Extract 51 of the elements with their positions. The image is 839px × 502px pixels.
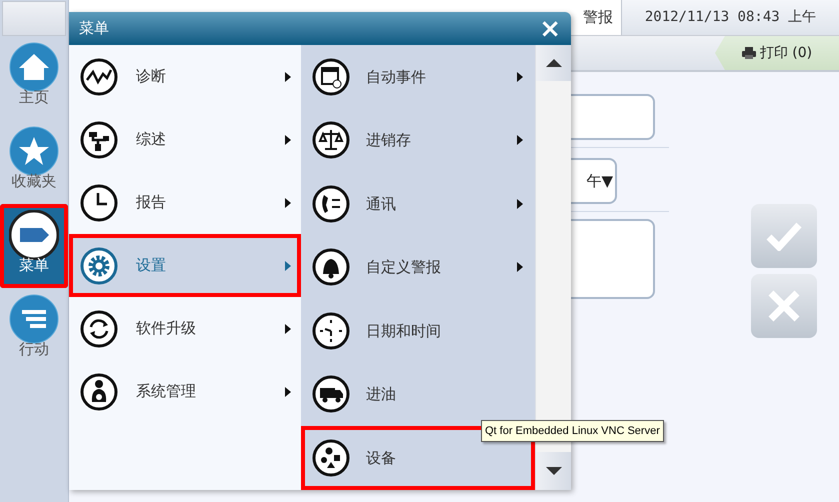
- clock-icon: [80, 184, 118, 222]
- submenu-item[interactable]: 通讯: [301, 172, 535, 236]
- cancel-button[interactable]: [751, 274, 817, 338]
- submenu-arrow-icon: [517, 198, 523, 209]
- submenu-arrow-icon: [285, 72, 291, 82]
- alarm-tab[interactable]: 警报: [575, 0, 621, 35]
- refresh-icon: [80, 310, 118, 348]
- close-icon: [767, 289, 801, 323]
- menu-item[interactable]: 设置: [69, 234, 301, 297]
- scale-icon: [312, 121, 350, 160]
- scroll-up-icon[interactable]: [546, 59, 562, 67]
- printer-icon: [742, 47, 756, 59]
- print-button[interactable]: 打印 (0): [715, 36, 839, 70]
- sidebar-item[interactable]: 行动: [0, 288, 68, 372]
- tooltip: Qt for Embedded Linux VNC Server: [481, 420, 664, 442]
- menu-item[interactable]: 报告: [69, 171, 301, 234]
- menu-item[interactable]: 诊断: [69, 45, 301, 108]
- menu-item[interactable]: 系统管理: [69, 360, 301, 423]
- network-icon: [80, 120, 118, 158]
- phone-icon: [312, 184, 350, 223]
- menu-item[interactable]: 综述: [69, 108, 301, 171]
- waveform-icon: [80, 58, 118, 96]
- submenu-arrow-icon: [285, 134, 291, 144]
- submenu-arrow-icon: [517, 135, 523, 146]
- submenu-arrow-icon: [285, 198, 291, 208]
- close-button[interactable]: ×: [539, 16, 561, 42]
- list-icon: [9, 294, 59, 344]
- bell-icon: [312, 248, 350, 286]
- submenu-item[interactable]: 自定义警报: [301, 236, 535, 299]
- shapes-icon: [312, 438, 350, 477]
- menu-item[interactable]: 软件升级: [69, 297, 301, 360]
- submenu-arrow-icon: [285, 386, 291, 396]
- submenu-item[interactable]: 进销存: [301, 108, 535, 172]
- menu-title: 菜单: [79, 18, 109, 40]
- sidebar-item[interactable]: 收藏夹: [0, 120, 68, 204]
- confirm-button[interactable]: [751, 204, 817, 268]
- submenu-item[interactable]: 日期和时间: [301, 299, 535, 362]
- clock-icon: [312, 312, 350, 350]
- scroll-down-icon[interactable]: [546, 467, 562, 475]
- person-icon: [80, 372, 118, 410]
- submenu-arrow-icon: [285, 324, 291, 334]
- submenu-arrow-icon: [517, 72, 523, 82]
- settings-icon: [80, 246, 118, 284]
- submenu-arrow-icon: [517, 262, 523, 272]
- submenu-item[interactable]: 自动事件: [301, 45, 535, 108]
- calendar-icon: [312, 58, 350, 96]
- check-icon: [766, 221, 802, 251]
- sidebar-item[interactable]: 菜单: [0, 204, 68, 288]
- truck-icon: [312, 375, 350, 414]
- sidebar-item[interactable]: 主页: [0, 36, 68, 120]
- submenu-arrow-icon: [285, 260, 291, 270]
